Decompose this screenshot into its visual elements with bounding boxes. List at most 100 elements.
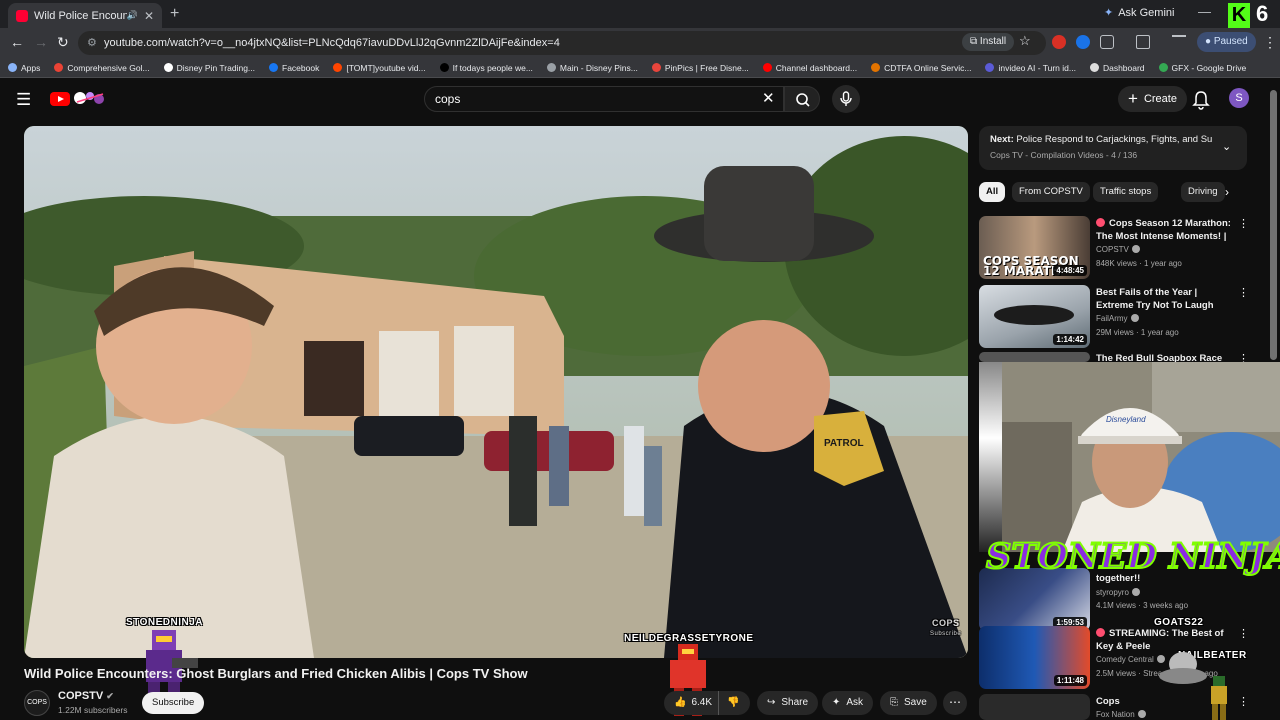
save-label: Save: [904, 697, 927, 708]
search-input[interactable]: cops: [424, 86, 784, 112]
bookmark-label: GFX - Google Drive: [1171, 62, 1247, 73]
up-next-panel[interactable]: Next: Police Respond to Carjackings, Fig…: [979, 126, 1247, 170]
video-thumbnail: COPS SEASON 12 MARATH 4:48:45: [979, 216, 1090, 279]
profile-icon: ●: [1205, 36, 1214, 47]
recommendation-channel: Fox Nation: [1096, 710, 1146, 719]
bookmark-label: Dashboard: [1102, 62, 1145, 73]
bookmark-item[interactable]: Main - Disney Pins...: [546, 63, 638, 73]
create-button[interactable]: + Create: [1118, 86, 1187, 112]
filter-chips: All From COPSTV Traffic stops Driving ›: [979, 182, 1247, 204]
bookmark-item[interactable]: [TOMT]youtube vid...: [333, 63, 426, 73]
recommendation-meta: 848K views · 1 year ago: [1096, 259, 1182, 268]
share-button[interactable]: ↪ Share: [757, 691, 819, 715]
more-options-icon[interactable]: ⋮: [1238, 217, 1249, 230]
bookmark-favicon-icon: [439, 63, 449, 72]
bookmark-label: Disney Pin Trading...: [176, 62, 256, 73]
subscriber-count: 1.22M subscribers: [58, 705, 128, 715]
scrollbar-thumb[interactable]: [1270, 90, 1277, 360]
recommendation-item[interactable]: COPS SEASON 12 MARATH 4:48:45 Cops Seaso…: [979, 216, 1249, 280]
tab-close-icon[interactable]: ✕: [144, 9, 154, 23]
channel-label: Fox Nation: [1096, 710, 1135, 719]
browser-menu-icon[interactable]: ⋮: [1263, 34, 1277, 51]
save-button[interactable]: ⎘ Save: [880, 691, 937, 715]
clear-search-icon[interactable]: ✕: [762, 89, 775, 107]
chip-driving[interactable]: Driving: [1181, 182, 1225, 202]
channel-label: COPSTV: [1096, 245, 1129, 254]
install-app-button[interactable]: ⧉ Install: [962, 33, 1015, 51]
bookmark-item[interactable]: If todays people we...: [439, 63, 533, 73]
media-controls-icon[interactable]: [1172, 35, 1186, 49]
dislike-button[interactable]: 👎: [718, 691, 739, 715]
video-thumbnail: [979, 694, 1090, 720]
bookmarks-bar: Apps Comprehensive Gol... Disney Pin Tradi…: [0, 58, 1280, 78]
bookmark-favicon-icon: [269, 63, 279, 72]
bookmark-favicon-icon: [8, 63, 17, 72]
bookmark-item[interactable]: Facebook: [269, 63, 319, 73]
tab-audio-icon[interactable]: 🔊: [127, 10, 138, 21]
search-button[interactable]: [784, 86, 820, 112]
chip-traffic-stops[interactable]: Traffic stops: [1093, 182, 1159, 202]
more-actions-button[interactable]: ⋯: [943, 691, 967, 715]
bookmark-star-icon[interactable]: ☆: [1019, 33, 1031, 49]
extension-red-icon[interactable]: [1052, 35, 1066, 49]
voice-search-button[interactable]: [832, 85, 860, 113]
more-options-icon[interactable]: ⋮: [1238, 627, 1249, 640]
bookmark-item[interactable]: Channel dashboard...: [762, 63, 857, 73]
subscribe-button[interactable]: Subscribe: [142, 692, 205, 714]
recommendation-item[interactable]: 1:59:53 together!! styropyro 4.1M views …: [979, 568, 1247, 632]
more-options-icon[interactable]: ⋮: [1238, 286, 1249, 299]
recommendation-item[interactable]: The Red Bull Soapbox Race ⋮: [979, 352, 1249, 365]
chip-from-copstv[interactable]: From COPSTV: [1012, 182, 1090, 202]
like-button[interactable]: 👍 6.4K: [674, 691, 712, 715]
more-options-icon[interactable]: ⋮: [1238, 695, 1249, 708]
doodle-logo-icon[interactable]: [73, 89, 107, 107]
channel-name[interactable]: COPSTV ✔: [58, 690, 114, 702]
bookmark-item[interactable]: invideo AI - Turn id...: [985, 63, 1076, 73]
patrol-patch-text: PATROL: [824, 438, 864, 449]
bookmark-favicon-icon: [871, 63, 881, 72]
back-arrow-icon[interactable]: ←: [10, 34, 24, 50]
bookmark-item[interactable]: PinPics | Free Disne...: [651, 63, 749, 73]
video-player[interactable]: PATROL COPS Subscribe: [24, 126, 968, 658]
video-thumbnail: [979, 362, 1002, 552]
bookmark-item[interactable]: Dashboard: [1089, 62, 1145, 73]
chip-all[interactable]: All: [979, 182, 1006, 202]
bookmark-item[interactable]: Apps: [8, 63, 40, 73]
bookmark-item[interactable]: GFX - Google Drive: [1158, 62, 1247, 73]
ask-button[interactable]: ✦ Ask: [822, 691, 874, 715]
up-next-playlist: Cops TV - Compilation Videos - 4 / 136: [990, 150, 1138, 160]
bookmark-item[interactable]: Disney Pin Trading...: [163, 62, 256, 73]
reload-icon[interactable]: ↻: [57, 34, 69, 51]
bookmark-favicon-icon: [651, 63, 661, 72]
browser-tab-active[interactable]: Wild Police Encounters: Gh 🔊 ✕: [8, 3, 162, 28]
like-count: 6.4K: [691, 697, 713, 708]
microphone-icon: [840, 91, 852, 106]
site-info-icon[interactable]: ⚙: [87, 31, 97, 55]
guide-menu-icon[interactable]: ☰: [16, 90, 31, 110]
forward-arrow-icon[interactable]: →: [34, 34, 48, 50]
chevron-down-icon[interactable]: ⌄: [1222, 140, 1231, 153]
paused-label: Paused: [1213, 36, 1248, 47]
recommendation-meta: 29M views · 1 year ago: [1096, 328, 1179, 337]
ask-gemini-button[interactable]: ✦ Ask Gemini: [1104, 6, 1174, 20]
profile-paused-button[interactable]: ● Paused: [1197, 32, 1256, 52]
account-avatar[interactable]: S: [1229, 88, 1249, 108]
youtube-logo-icon[interactable]: [50, 92, 70, 106]
tab-title: Wild Police Encounters: Gh: [34, 9, 127, 22]
chevron-right-icon[interactable]: ›: [1225, 185, 1229, 199]
extension-blue-icon[interactable]: [1076, 35, 1090, 49]
minimize-button[interactable]: —: [1198, 4, 1211, 19]
live-indicator-icon: [1096, 218, 1105, 227]
recommendation-item[interactable]: 1:14:42 Best Fails of the Year | Extreme…: [979, 285, 1249, 349]
new-tab-button[interactable]: +: [170, 5, 179, 23]
address-bar[interactable]: ⚙ youtube.com/watch?v=o__no4jtxNQ&list=P…: [78, 31, 1046, 55]
bookmark-item[interactable]: Comprehensive Gol...: [54, 63, 150, 73]
bookmark-item[interactable]: CDTFA Online Servic...: [871, 63, 971, 73]
split-view-icon[interactable]: [1136, 35, 1150, 49]
youtube-favicon-icon: [16, 9, 28, 22]
page-scrollbar[interactable]: [1270, 86, 1277, 716]
bookmark-label: CDTFA Online Servic...: [884, 62, 972, 73]
notifications-bell-icon[interactable]: [1192, 90, 1210, 110]
extensions-puzzle-icon[interactable]: [1100, 35, 1114, 49]
channel-avatar[interactable]: COPS: [24, 690, 50, 716]
